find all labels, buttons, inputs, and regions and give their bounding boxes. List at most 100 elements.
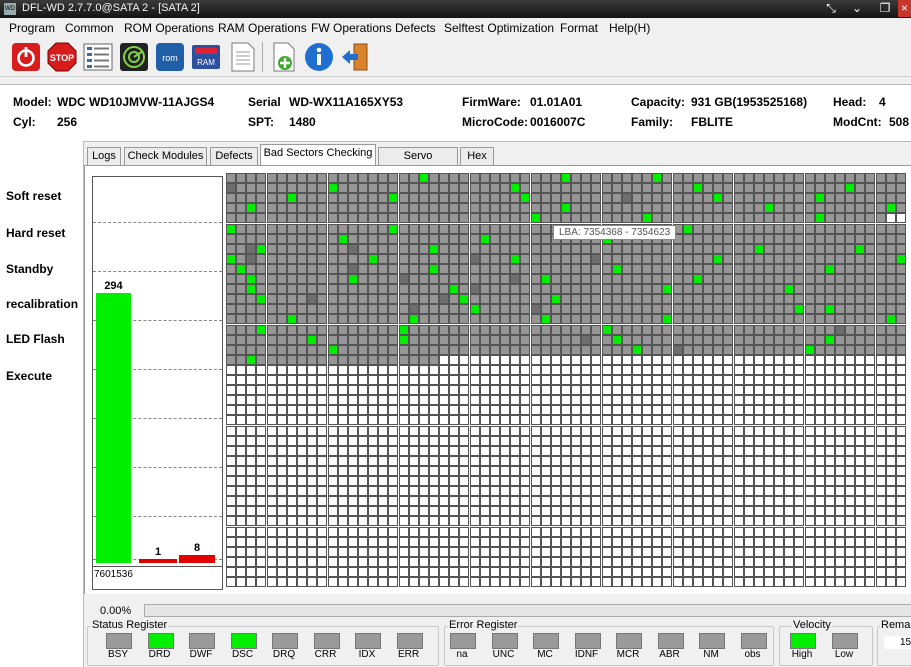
sector-cell[interactable] (774, 527, 784, 537)
sector-cell[interactable] (703, 314, 713, 324)
sector-cell[interactable] (581, 486, 591, 496)
sector-cell[interactable] (754, 385, 764, 395)
close-icon[interactable]: × (898, 0, 911, 17)
sector-cell[interactable] (531, 395, 541, 405)
sector-cell[interactable] (470, 415, 480, 425)
sector-cell[interactable] (368, 203, 378, 213)
sector-cell[interactable] (662, 325, 672, 335)
sector-cell[interactable] (622, 254, 632, 264)
sector-cell[interactable] (632, 304, 642, 314)
sector-cell[interactable] (571, 335, 581, 345)
sector-cell[interactable] (399, 284, 409, 294)
sector-cell[interactable] (815, 234, 825, 244)
sector-cell[interactable] (855, 183, 865, 193)
sector-cell[interactable] (581, 527, 591, 537)
sector-cell[interactable] (399, 264, 409, 274)
sector-cell[interactable] (348, 456, 358, 466)
sector-cell[interactable] (459, 365, 469, 375)
sector-cell[interactable] (703, 183, 713, 193)
menu-help[interactable]: Help(H) (609, 21, 650, 35)
sector-cell[interactable] (470, 476, 480, 486)
sector-cell[interactable] (896, 274, 906, 284)
sector-cell[interactable] (642, 506, 652, 516)
sector-cell[interactable] (602, 203, 612, 213)
sector-cell[interactable] (510, 335, 520, 345)
sector-cell[interactable] (693, 405, 703, 415)
sector-cell[interactable] (693, 173, 703, 183)
sector-cell[interactable] (713, 567, 723, 577)
sector-cell[interactable] (256, 274, 266, 284)
sector-cell[interactable] (805, 314, 815, 324)
sector-cell[interactable] (734, 274, 744, 284)
sector-cell[interactable] (754, 365, 764, 375)
sector-cell[interactable] (632, 516, 642, 526)
sector-cell[interactable] (744, 496, 754, 506)
sector-cell[interactable] (510, 436, 520, 446)
sector-cell[interactable] (287, 426, 297, 436)
sector-cell[interactable] (531, 294, 541, 304)
sector-cell[interactable] (734, 547, 744, 557)
sector-cell[interactable] (338, 567, 348, 577)
sector-cell[interactable] (500, 193, 510, 203)
sector-cell[interactable] (236, 486, 246, 496)
sector-cell[interactable] (754, 284, 764, 294)
menu-format[interactable]: Format (560, 21, 598, 35)
sector-cell[interactable] (358, 395, 368, 405)
sector-cell[interactable] (328, 193, 338, 203)
sector-cell[interactable] (784, 314, 794, 324)
sector-cell[interactable] (825, 234, 835, 244)
sector-cell[interactable] (734, 345, 744, 355)
sector-cell[interactable] (459, 173, 469, 183)
sector-cell[interactable] (500, 244, 510, 254)
sector-cell[interactable] (865, 254, 875, 264)
sector-cell[interactable] (642, 557, 652, 567)
sector-cell[interactable] (703, 213, 713, 223)
sector-cell[interactable] (551, 375, 561, 385)
sector-cell[interactable] (754, 577, 764, 587)
sector-cell[interactable] (409, 375, 419, 385)
sector-cell[interactable] (632, 537, 642, 547)
sector-cell[interactable] (409, 557, 419, 567)
sector-cell[interactable] (378, 547, 388, 557)
sector-cell[interactable] (845, 234, 855, 244)
sector-cell[interactable] (591, 193, 601, 203)
sector-cell[interactable] (348, 506, 358, 516)
sector-cell[interactable] (876, 183, 886, 193)
sector-cell[interactable] (683, 385, 693, 395)
sector-cell[interactable] (703, 304, 713, 314)
sector-cell[interactable] (622, 496, 632, 506)
sector-cell[interactable] (409, 213, 419, 223)
sector-cell[interactable] (551, 577, 561, 587)
sector-cell[interactable] (531, 345, 541, 355)
sector-cell[interactable] (297, 173, 307, 183)
sector-cell[interactable] (551, 355, 561, 365)
sector-cell[interactable] (439, 274, 449, 284)
sector-cell[interactable] (855, 557, 865, 567)
sector-cell[interactable] (541, 426, 551, 436)
sector-cell[interactable] (805, 456, 815, 466)
sector-cell[interactable] (520, 537, 530, 547)
sector-cell[interactable] (388, 516, 398, 526)
sector-cell[interactable] (551, 456, 561, 466)
sector-cell[interactable] (876, 244, 886, 254)
sector-cell[interactable] (865, 446, 875, 456)
sector-cell[interactable] (531, 234, 541, 244)
sector-cell[interactable] (358, 547, 368, 557)
sector-cell[interactable] (886, 405, 896, 415)
sector-cell[interactable] (388, 557, 398, 567)
sector-cell[interactable] (500, 294, 510, 304)
sector-cell[interactable] (896, 395, 906, 405)
sector-cell[interactable] (439, 355, 449, 365)
sector-cell[interactable] (500, 436, 510, 446)
sector-cell[interactable] (470, 325, 480, 335)
sector-cell[interactable] (612, 355, 622, 365)
sector-cell[interactable] (490, 395, 500, 405)
sector-cell[interactable] (784, 173, 794, 183)
sector-cell[interactable] (825, 355, 835, 365)
sector-cell[interactable] (256, 264, 266, 274)
sector-cell[interactable] (662, 355, 672, 365)
sector-cell[interactable] (338, 537, 348, 547)
sector-cell[interactable] (480, 446, 490, 456)
sector-cell[interactable] (277, 557, 287, 567)
sector-cell[interactable] (267, 405, 277, 415)
